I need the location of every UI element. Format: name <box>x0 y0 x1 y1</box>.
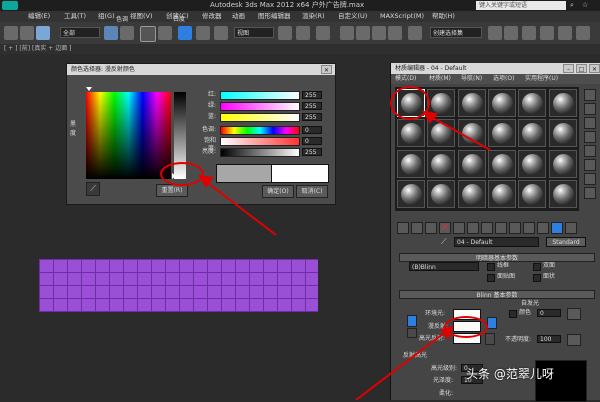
arrow-to-diffuse-head <box>440 325 454 341</box>
annotation-arrows <box>198 110 491 400</box>
arrow-to-diffuse <box>355 329 449 400</box>
arrow-to-slot <box>425 113 491 151</box>
arrow-to-slot-head <box>422 110 438 124</box>
arrow-to-whiteness <box>203 179 277 236</box>
watermark: 头条 @范翠儿呀 <box>466 367 554 381</box>
